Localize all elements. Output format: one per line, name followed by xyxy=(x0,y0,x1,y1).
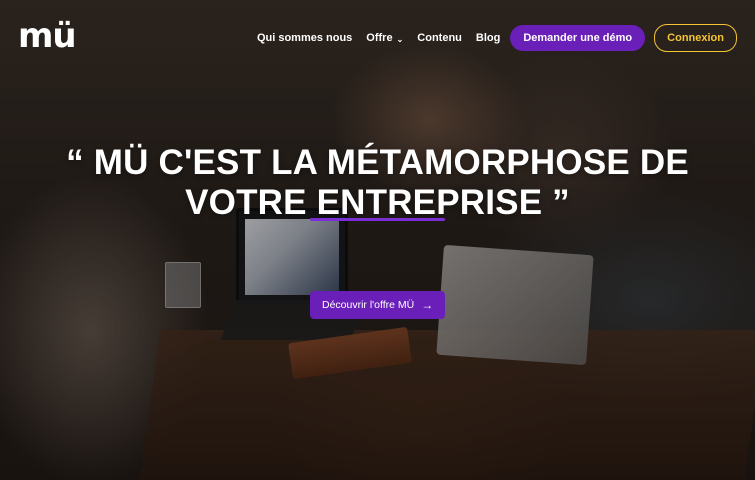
hero-headline: “ MÜ C'EST LA MÉTAMORPHOSE DE VOTRE ENTR… xyxy=(40,143,715,223)
brand-logo[interactable]: mü xyxy=(18,16,77,56)
hero-divider xyxy=(310,218,445,221)
nav-item-label: Contenu xyxy=(417,32,462,44)
hero-headline-line-1: “ MÜ C'EST LA MÉTAMORPHOSE DE xyxy=(66,143,689,183)
nav-item-offre[interactable]: Offre ⌄ xyxy=(366,32,403,44)
chevron-down-icon: ⌄ xyxy=(396,34,404,44)
discover-offer-button[interactable]: Découvrir l'offre MÜ → xyxy=(310,291,446,319)
request-demo-button[interactable]: Demander une démo xyxy=(510,25,646,51)
nav-item-qui-sommes-nous[interactable]: Qui sommes nous xyxy=(257,32,352,44)
nav-item-label: Qui sommes nous xyxy=(256,32,353,44)
nav-item-label: Offre xyxy=(366,32,393,44)
main-nav: Qui sommes nous Offre ⌄ Contenu Blog Dem… xyxy=(243,24,737,52)
nav-item-blog[interactable]: Blog xyxy=(476,32,500,44)
cta-label: Découvrir l'offre MÜ xyxy=(322,299,415,311)
nav-item-label: Blog xyxy=(475,32,501,44)
site-header: mü Qui sommes nous Offre ⌄ Contenu Blog … xyxy=(0,0,755,76)
arrow-right-icon: → xyxy=(421,298,434,312)
login-button[interactable]: Connexion xyxy=(654,24,737,52)
nav-item-contenu[interactable]: Contenu xyxy=(417,32,462,44)
